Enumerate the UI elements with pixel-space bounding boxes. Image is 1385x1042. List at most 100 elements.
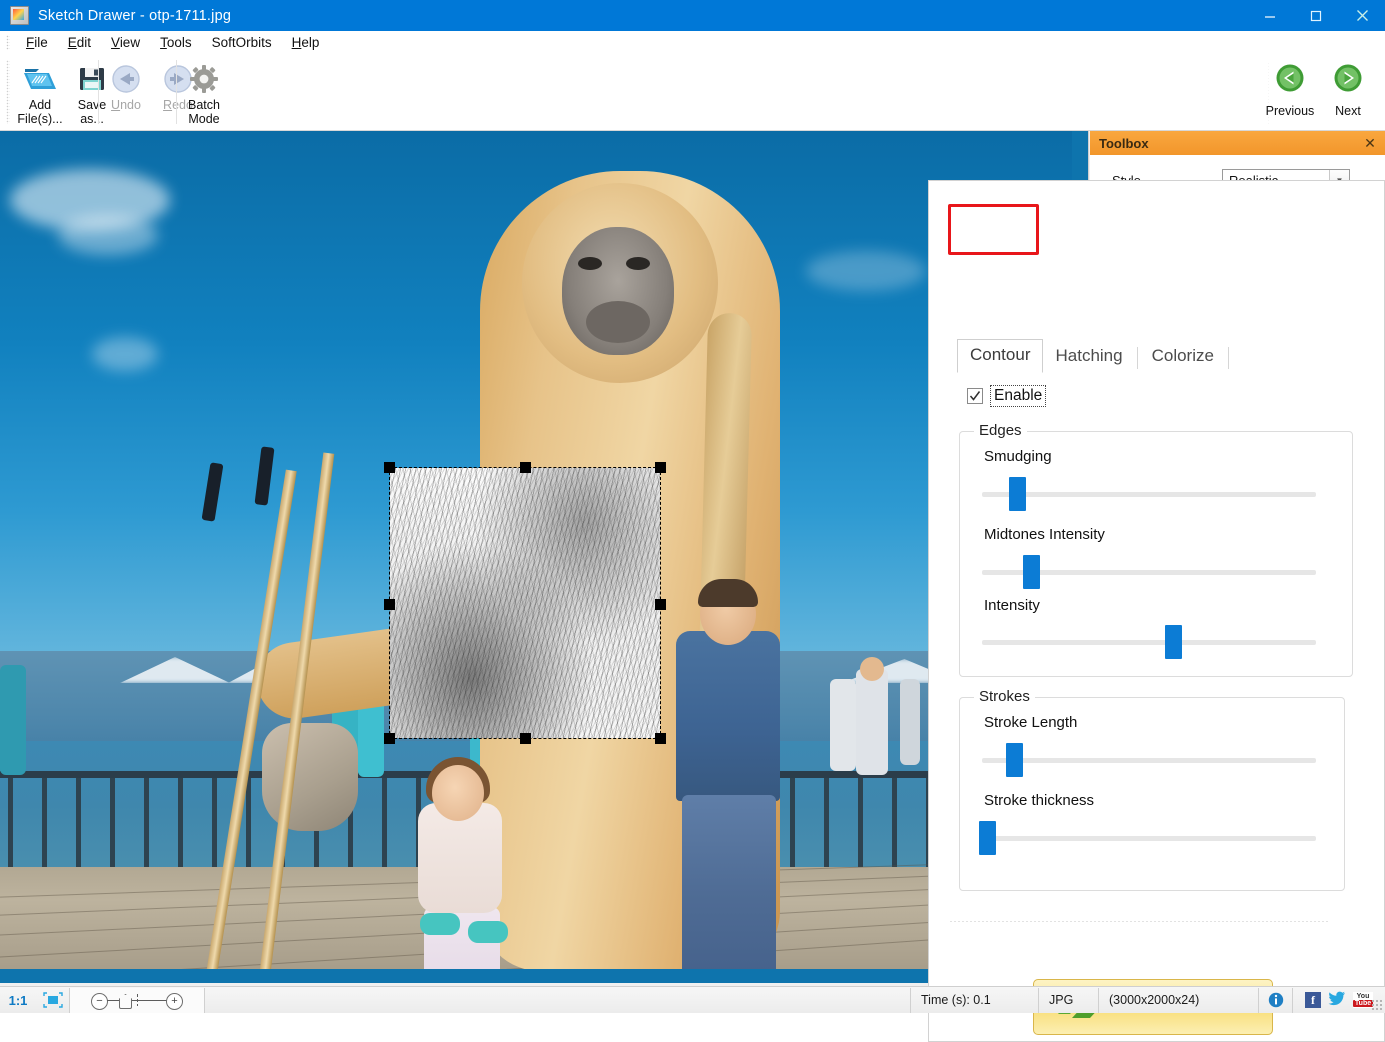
undo-arrow-icon xyxy=(111,63,141,95)
add-files-button[interactable]: AddFile(s)... xyxy=(14,56,66,127)
midtones-intensity-slider-thumb[interactable] xyxy=(1023,555,1040,589)
sketch-preview-selection[interactable] xyxy=(390,468,660,738)
facebook-icon[interactable]: f xyxy=(1305,992,1321,1008)
midtones-intensity-slider-track[interactable] xyxy=(982,570,1316,575)
zoom-slider-track[interactable] xyxy=(107,1000,169,1001)
processing-time-label: Time (s): 0.1 xyxy=(911,988,1039,1013)
selection-handle-nw[interactable] xyxy=(384,462,395,473)
title-bar: Sketch Drawer - otp-1711.jpg xyxy=(0,0,1385,31)
bystander xyxy=(900,679,920,765)
zoom-slider-thumb[interactable] xyxy=(119,994,132,1009)
stroke-thickness-slider-track[interactable] xyxy=(982,836,1316,841)
enable-label: Enable xyxy=(991,386,1045,406)
stroke-thickness-slider-thumb[interactable] xyxy=(979,821,996,855)
edges-group: Edges Smudging Midtones Intensity Intens… xyxy=(959,431,1353,677)
toolbar-separator-2 xyxy=(176,60,177,124)
tab-hatching[interactable]: Hatching xyxy=(1043,341,1134,373)
cloud xyxy=(58,215,158,255)
green-right-arrow-icon xyxy=(1333,63,1363,98)
girl-shoe xyxy=(468,921,508,943)
minimize-button[interactable] xyxy=(1247,0,1293,31)
undo-button[interactable]: Undo xyxy=(100,56,152,126)
zoom-out-button[interactable]: − xyxy=(91,993,108,1010)
toolbox-close-icon[interactable]: ✕ xyxy=(1361,134,1379,152)
app-icon xyxy=(10,6,29,25)
stroke-length-slider-thumb[interactable] xyxy=(1006,743,1023,777)
menu-help[interactable]: Help xyxy=(282,33,330,52)
open-folder-icon xyxy=(23,63,57,95)
stroke-length-label: Stroke Length xyxy=(984,714,1077,731)
resize-grip[interactable] xyxy=(1371,999,1383,1011)
previous-button[interactable]: Previous xyxy=(1261,56,1319,119)
gorilla-hand xyxy=(262,723,358,831)
settings-divider xyxy=(949,921,1329,922)
selection-handle-s[interactable] xyxy=(520,733,531,744)
edges-group-title: Edges xyxy=(974,422,1027,439)
strokes-group: Strokes Stroke Length Stroke thickness xyxy=(959,697,1345,891)
batch-mode-button[interactable]: BatchMode xyxy=(178,56,230,127)
file-format-label: JPG xyxy=(1039,988,1099,1013)
zoom-slider[interactable]: − + xyxy=(70,988,205,1013)
status-bar: 1:1 − + Time (s): 0.1 JPG (3000x2000x24) xyxy=(0,986,1385,1013)
selection-handle-sw[interactable] xyxy=(384,733,395,744)
maximize-button[interactable] xyxy=(1293,0,1339,31)
selection-handle-e[interactable] xyxy=(655,599,666,610)
info-icon[interactable] xyxy=(1259,988,1293,1013)
smudging-slider-thumb[interactable] xyxy=(1009,477,1026,511)
menu-softorbits[interactable]: SoftOrbits xyxy=(202,33,282,52)
image-canvas[interactable]: ▲ ‹ › xyxy=(0,131,1089,983)
stroke-length-slider-track[interactable] xyxy=(982,758,1316,763)
smudging-slider-track[interactable] xyxy=(982,492,1316,497)
toolbox-header: Toolbox ✕ xyxy=(1090,131,1385,155)
selection-handle-n[interactable] xyxy=(520,462,531,473)
menu-edit[interactable]: Edit xyxy=(58,33,101,52)
man-hair xyxy=(698,579,758,607)
twitter-icon[interactable] xyxy=(1328,991,1346,1009)
toolbar-batch-group: BatchMode xyxy=(178,56,230,129)
tab-divider xyxy=(1137,347,1138,369)
toolbar-grip[interactable] xyxy=(6,60,10,124)
next-button[interactable]: Next xyxy=(1319,56,1377,119)
gear-icon xyxy=(189,63,219,95)
zoom-in-button[interactable]: + xyxy=(166,993,183,1010)
intensity-label: Intensity xyxy=(984,597,1040,614)
selection-handle-se[interactable] xyxy=(655,733,666,744)
bystander-head xyxy=(860,657,884,681)
menu-grip[interactable] xyxy=(6,35,10,50)
midtones-intensity-label: Midtones Intensity xyxy=(984,526,1105,543)
fit-to-screen-icon[interactable] xyxy=(36,988,70,1013)
strokes-group-title: Strokes xyxy=(974,688,1035,705)
close-button[interactable] xyxy=(1339,0,1385,31)
status-spacer xyxy=(205,988,911,1013)
window-controls xyxy=(1247,0,1385,31)
girl-head xyxy=(432,765,484,821)
tab-contour[interactable]: Contour xyxy=(957,339,1043,373)
zoom-ratio-label[interactable]: 1:1 xyxy=(0,988,36,1013)
toolbox-panel: Toolbox ✕ Style Realistic ▼ Contour Hatc… xyxy=(1090,131,1385,983)
menu-tools[interactable]: Tools xyxy=(150,33,202,52)
enable-row[interactable]: Enable xyxy=(967,386,1045,406)
zoom-slider-tick xyxy=(137,994,138,1006)
man-jeans xyxy=(682,795,776,969)
girl-shoe xyxy=(420,913,460,935)
undo-label: Undo xyxy=(111,98,141,112)
window-title: Sketch Drawer - otp-1711.jpg xyxy=(38,8,231,24)
settings-card: Contour Hatching Colorize Enable Edges S… xyxy=(928,180,1385,1042)
bystander xyxy=(0,665,26,775)
batch-mode-label: BatchMode xyxy=(188,98,220,126)
menu-view[interactable]: View xyxy=(101,33,150,52)
toolbar-nav-group: Previous Next xyxy=(1261,56,1377,119)
settings-tabs: Contour Hatching Colorize xyxy=(957,339,1231,373)
application-window: Sketch Drawer - otp-1711.jpg File Edit V… xyxy=(0,0,1385,1013)
menu-file[interactable]: File xyxy=(16,33,58,52)
selection-handle-w[interactable] xyxy=(384,599,395,610)
selection-handle-ne[interactable] xyxy=(655,462,666,473)
toolbar-separator-1 xyxy=(98,60,99,124)
youtube-icon[interactable]: You Tube xyxy=(1353,992,1373,1008)
intensity-slider-thumb[interactable] xyxy=(1165,625,1182,659)
gorilla-muzzle xyxy=(586,301,650,343)
intensity-slider-track[interactable] xyxy=(982,640,1316,645)
enable-checkbox[interactable] xyxy=(967,388,983,404)
tab-colorize[interactable]: Colorize xyxy=(1140,341,1226,373)
bystander xyxy=(830,679,856,771)
